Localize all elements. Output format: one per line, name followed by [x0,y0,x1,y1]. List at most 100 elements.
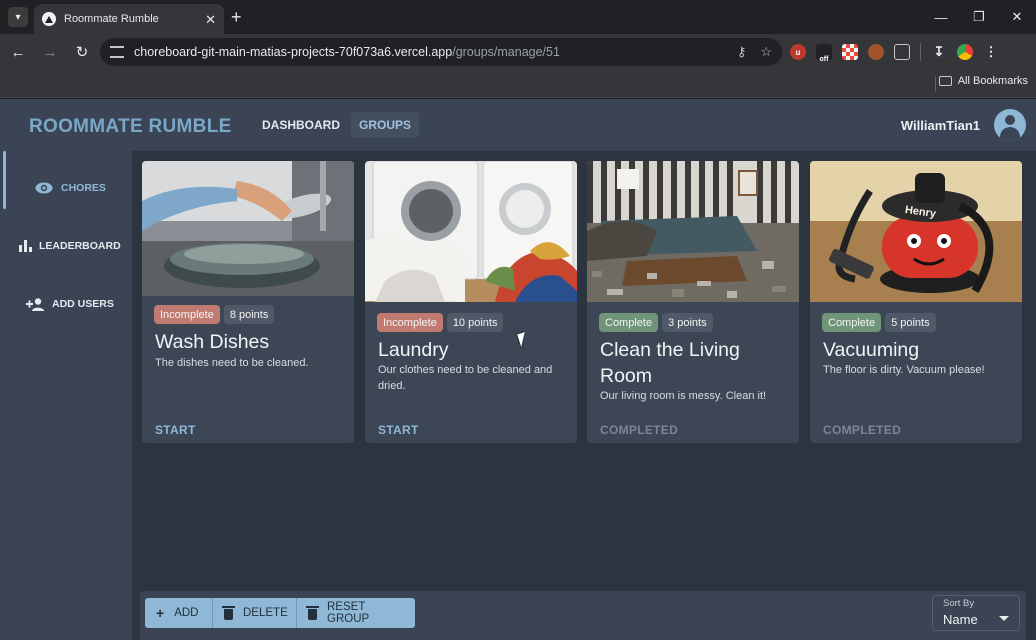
plus-icon: + [156,605,165,621]
extension-off-icon[interactable]: off [816,44,832,63]
username[interactable]: WilliamTian1 [901,118,980,133]
action-button-group: + ADD DELETE RESET GROUP [145,598,415,628]
all-bookmarks-button[interactable]: All Bookmarks [938,75,1028,87]
points-badge: 10 points [446,313,504,332]
all-bookmarks-label: All Bookmarks [957,75,1028,87]
app-root: ROOMMATE RUMBLE DASHBOARD GROUPS William… [0,99,1036,640]
points-badge: 5 points [885,313,936,332]
minimize-button[interactable]: — [922,0,960,34]
bookmark-star-icon[interactable]: ☆ [760,44,772,60]
chrome-profile-icon[interactable] [957,44,973,60]
completed-label: COMPLETED [823,423,902,437]
ublock-extension-icon[interactable]: u [790,44,806,60]
start-button[interactable]: START [378,423,419,437]
folder-icon [938,76,952,86]
sidebar: CHORES LEADERBOARD ADD USERS [0,151,132,640]
chore-description: The dishes need to be cleaned. [155,357,309,369]
trash-icon [222,605,235,620]
chip-row: Incomplete 8 points [154,305,275,324]
chore-title: Laundry [378,339,449,361]
vercel-favicon-icon [42,12,56,26]
delete-label: DELETE [243,607,288,619]
user-avatar-icon[interactable] [994,109,1026,141]
sidebar-item-label: LEADERBOARD [39,240,121,252]
browser-tabstrip: ▾ Roommate Rumble ✕ + — ❐ ✕ [0,0,1036,34]
status-badge: Complete [822,313,882,332]
tab-close-icon[interactable]: ✕ [205,13,216,26]
sidebar-item-leaderboard[interactable]: LEADERBOARD [0,221,132,271]
url-host: choreboard-git-main-matias-projects-70f0… [134,45,453,59]
password-key-icon[interactable]: ⚷ [737,44,747,60]
brand-logo[interactable]: ROOMMATE RUMBLE [29,116,232,138]
chore-description: Our living room is messy. Clean it! [600,390,767,402]
address-bar[interactable]: choreboard-git-main-matias-projects-70f0… [100,38,782,66]
browser-tab[interactable]: Roommate Rumble ✕ [34,4,224,34]
chores-panel: Incomplete 8 points Wash Dishes The dish… [132,151,1036,640]
chore-title: Clean the Living Room [600,339,740,387]
chip-row: Incomplete 10 points [377,313,504,332]
sort-value: Name [943,612,978,627]
extension-badge: off [819,56,829,63]
url-text[interactable]: choreboard-git-main-matias-projects-70f0… [134,45,723,59]
app-header: ROOMMATE RUMBLE DASHBOARD GROUPS William… [0,99,1036,151]
sidebar-item-label: CHORES [61,182,106,194]
chore-card[interactable]: Incomplete 10 points Laundry Our clothes… [365,161,577,443]
tab-title: Roommate Rumble [64,13,159,25]
toolbar-separator [920,43,921,61]
chore-description: Our clothes need to be cleaned and dried… [378,364,553,392]
vacuum-photo: Henry [810,161,1022,302]
site-info-icon[interactable] [110,46,124,58]
nav-groups[interactable]: GROUPS [351,112,420,138]
chore-card[interactable]: Henry Complete 5 points Vacuuming The fl… [810,161,1022,443]
sidebar-item-add-users[interactable]: ADD USERS [0,279,132,329]
chip-row: Complete 5 points [822,313,936,332]
chrome-menu-icon[interactable]: ⋮ [983,44,999,60]
laundry-photo [365,161,577,302]
chore-description: The floor is dirty. Vacuum please! [823,364,985,376]
avatar-extension-icon[interactable] [868,44,884,60]
sort-select[interactable]: Sort By Name [932,595,1020,631]
restore-button[interactable]: ❐ [960,0,998,34]
new-tab-button[interactable]: + [231,7,242,27]
chore-title: Wash Dishes [155,331,270,353]
sidebar-item-label: ADD USERS [52,298,114,310]
tab-search-button[interactable]: ▾ [8,7,28,27]
trash-icon [306,605,319,620]
reset-group-button[interactable]: RESET GROUP [297,598,415,628]
sidebar-item-chores[interactable]: CHORES [0,163,132,213]
add-label: ADD [174,607,199,619]
chore-title: Vacuuming [823,339,920,361]
eye-icon [34,180,54,196]
puzzle-extensions-icon[interactable] [894,44,910,60]
status-badge: Incomplete [377,313,443,332]
points-badge: 8 points [223,305,275,324]
back-button[interactable]: ← [4,38,32,66]
window-controls: — ❐ ✕ [922,0,1036,34]
nav-dashboard[interactable]: DASHBOARD [254,112,348,138]
sort-label: Sort By [943,598,975,609]
reset-label: RESET GROUP [327,601,370,625]
download-icon[interactable]: ↧ [931,44,947,60]
completed-label: COMPLETED [600,423,679,437]
chip-row: Complete 3 points [599,313,713,332]
browser-toolbar: ← → ↻ choreboard-git-main-matias-project… [0,34,1036,70]
chore-card[interactable]: Complete 3 points Clean the Living Room … [587,161,799,443]
start-button[interactable]: START [155,423,196,437]
bottom-action-bar: + ADD DELETE RESET GROUP Sort By Name [140,591,1026,640]
reload-button[interactable]: ↻ [68,38,96,66]
status-badge: Incomplete [154,305,220,324]
bookmarks-separator [935,76,936,92]
points-badge: 3 points [662,313,713,332]
close-window-button[interactable]: ✕ [998,0,1036,34]
checker-extension-icon[interactable] [842,44,858,60]
chevron-down-icon [999,616,1009,621]
chore-card[interactable]: Incomplete 8 points Wash Dishes The dish… [142,161,354,443]
bookmarks-bar: All Bookmarks [0,70,1036,98]
bar-chart-icon [18,238,32,254]
person-add-icon [25,296,45,312]
dishes-photo [142,161,354,296]
forward-button[interactable]: → [36,38,64,66]
delete-button[interactable]: DELETE [213,598,297,628]
living-room-photo [587,161,799,302]
add-button[interactable]: + ADD [145,598,213,628]
